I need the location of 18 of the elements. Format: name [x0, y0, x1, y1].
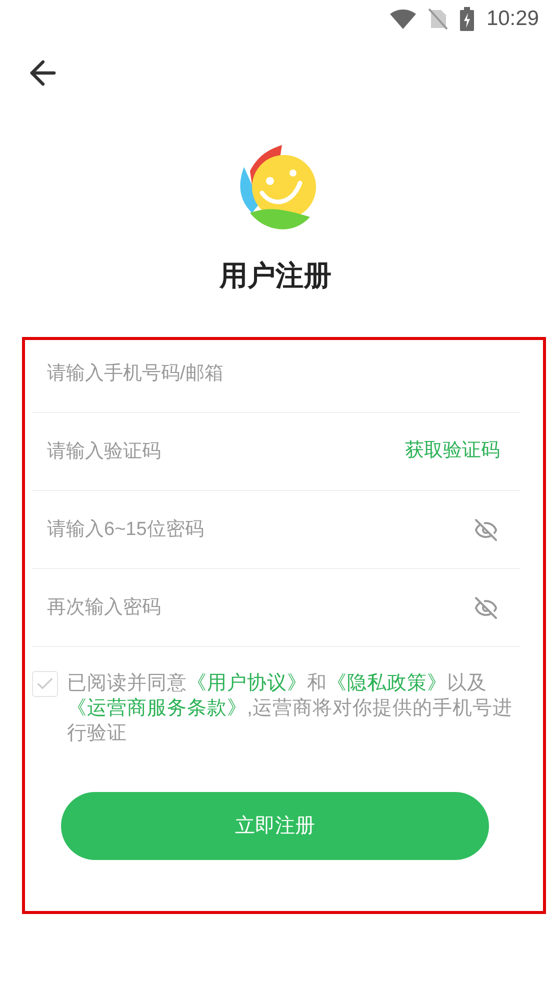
eye-off-icon[interactable]: [474, 518, 498, 542]
input-field[interactable]: 请输入验证码: [32, 413, 405, 490]
battery-charging-icon: [460, 7, 474, 31]
no-sim-icon: [428, 8, 448, 30]
agree-checkbox[interactable]: [32, 671, 58, 697]
status-time: 10:29: [486, 6, 539, 32]
get-code-button[interactable]: 获取验证码: [405, 437, 520, 466]
input-field[interactable]: 再次输入密码: [32, 569, 474, 646]
input-field[interactable]: 请输入手机号码/邮箱: [32, 335, 520, 412]
agreement-link[interactable]: 《运营商服务条款》: [67, 697, 247, 719]
page-title: 用户注册: [220, 259, 332, 293]
agreement-text: 已阅读并同意《用户协议》和《隐私政策》以及 《运营商服务条款》,运营商将对你提供的手机号进行验证: [67, 671, 514, 746]
wifi-icon: [390, 9, 416, 29]
agreement-link[interactable]: 《隐私政策》: [327, 672, 447, 694]
eye-off-icon[interactable]: [474, 596, 498, 620]
register-button[interactable]: 立即注册: [61, 792, 489, 860]
input-field[interactable]: 请输入6~15位密码: [32, 491, 474, 568]
agreement-link[interactable]: 《用户协议》: [187, 672, 307, 694]
